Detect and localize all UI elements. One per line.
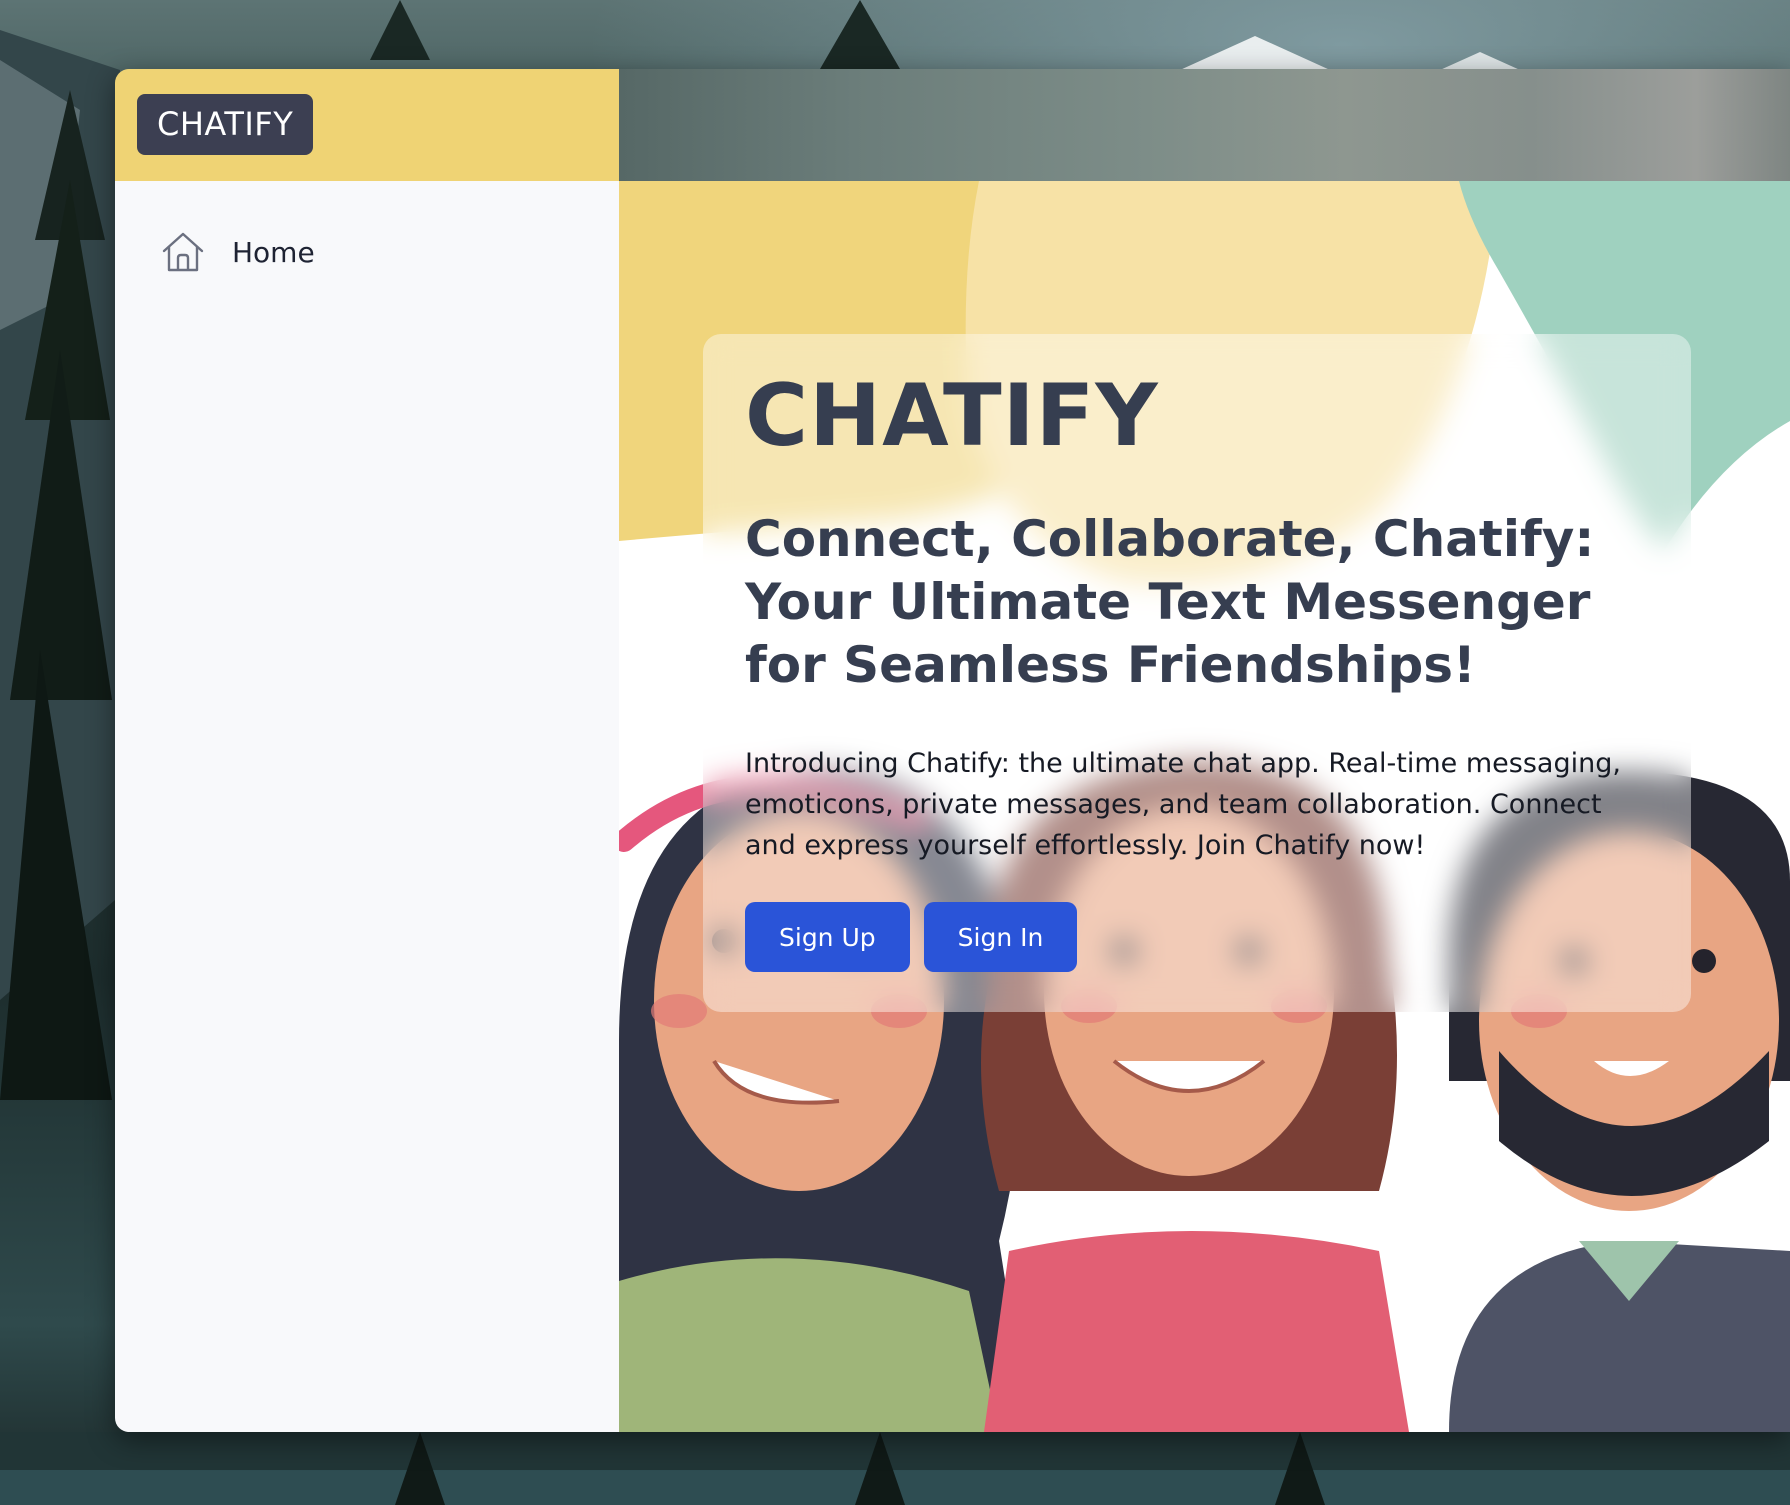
mountain-peak	[1440, 52, 1520, 70]
pine-tree	[370, 0, 430, 60]
hero-card: CHATIFY Connect, Collaborate, Chatify: Y…	[703, 334, 1691, 1012]
person-shirt	[619, 1258, 999, 1432]
sidebar-item-home[interactable]: Home	[160, 227, 315, 277]
hero-description: Introducing Chatify: the ultimate chat a…	[745, 748, 1621, 861]
mountain-peak	[1180, 36, 1330, 70]
cheek	[651, 994, 707, 1028]
hero-title: CHATIFY	[745, 366, 1159, 466]
hero-subtitle: Connect, Collaborate, Chatify: Your Ulti…	[745, 510, 1595, 694]
eye	[1692, 949, 1716, 973]
sign-in-button[interactable]: Sign In	[923, 902, 1078, 972]
sidebar-item-label: Home	[232, 235, 315, 269]
sidebar-header: CHATIFY	[115, 69, 619, 181]
brand-logo[interactable]: CHATIFY	[137, 94, 314, 155]
hero-section: CHATIFY Connect, Collaborate, Chatify: Y…	[619, 181, 1790, 1432]
sidebar: Home	[115, 181, 619, 1432]
sign-up-button[interactable]: Sign Up	[745, 902, 910, 972]
pine-tree	[820, 0, 900, 69]
home-icon	[162, 232, 204, 272]
hero-actions: Sign Up Sign In	[745, 902, 1078, 972]
app-window: CHATIFY Home CHATIFY Connect, Collaborat…	[115, 69, 1790, 1432]
top-navbar	[619, 69, 1790, 181]
person-shirt	[984, 1231, 1409, 1432]
